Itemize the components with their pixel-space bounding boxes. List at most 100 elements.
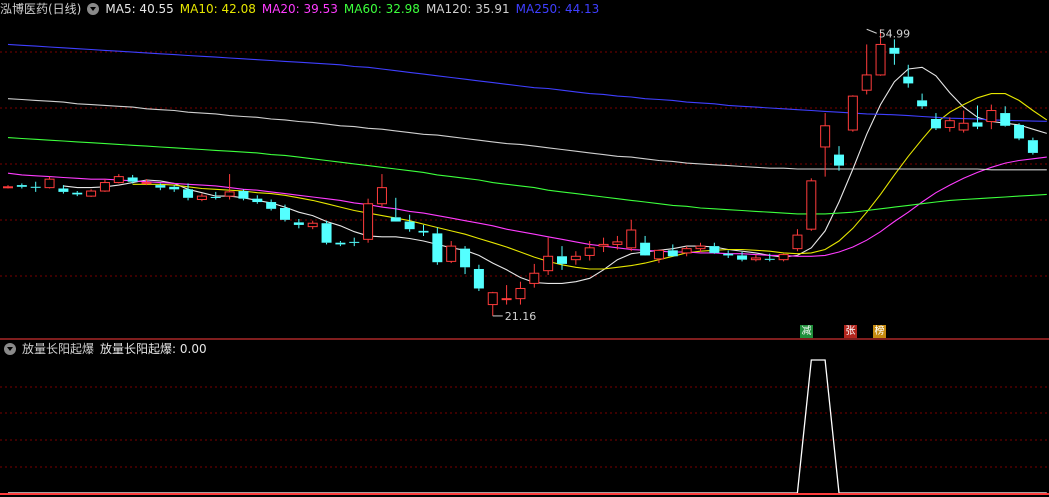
down-candle: [723, 250, 734, 258]
candle-body: [307, 222, 318, 228]
down-candle: [16, 183, 27, 189]
down-candle: [930, 113, 941, 131]
candle-body: [224, 191, 235, 197]
candle-body: [183, 189, 194, 198]
down-candle: [266, 199, 277, 211]
candle-body: [210, 196, 221, 198]
candle-body: [418, 230, 429, 233]
candle-body: [3, 186, 13, 189]
candle-body: [196, 195, 207, 201]
up-candle: [653, 249, 664, 264]
down-candle: [889, 39, 900, 65]
down-candle: [432, 227, 443, 265]
candle-body: [806, 180, 817, 230]
candle-body: [349, 241, 360, 243]
up-candle: [487, 291, 498, 316]
collapse-arrow-icon[interactable]: [4, 343, 16, 355]
indicator-panel-grid: [0, 386, 1049, 468]
candle-body: [321, 223, 332, 243]
up-candle: [681, 246, 692, 257]
candle-body: [889, 47, 900, 54]
candle-body: [155, 185, 166, 188]
candle-body: [875, 43, 886, 76]
candle-body: [127, 177, 138, 182]
up-candle: [861, 44, 872, 95]
down-candle: [335, 241, 346, 247]
candle-body: [653, 249, 664, 260]
candle-body: [293, 222, 304, 225]
candle-body: [252, 198, 263, 203]
candle-body: [750, 257, 761, 261]
indicator-signal-series: [8, 359, 1047, 494]
candle-body: [501, 298, 512, 301]
price-annotations: 54.99 21.16: [492, 27, 910, 323]
candle-body: [917, 100, 928, 107]
up-candle: [986, 104, 997, 130]
candle-body: [1000, 113, 1011, 126]
up-candle: [307, 220, 318, 230]
candle-body: [792, 234, 803, 250]
candle-body: [972, 122, 983, 127]
candle-body: [99, 182, 110, 192]
chart-canvas: 54.99 21.16: [0, 27, 1049, 495]
candle-body: [764, 258, 775, 260]
up-candle: [820, 113, 831, 177]
up-candle: [44, 176, 55, 189]
up-candle: [958, 110, 969, 133]
candle-body: [986, 110, 997, 123]
candle-body: [141, 182, 152, 185]
up-candle: [570, 251, 581, 265]
down-candle: [404, 214, 415, 232]
down-candle: [460, 246, 471, 275]
event-tag[interactable]: 张: [844, 325, 857, 338]
ma-legend-item: MA20: 39.53: [261, 2, 338, 16]
up-candle: [376, 174, 387, 208]
collapse-arrow-icon[interactable]: [87, 3, 100, 15]
candle-body: [612, 241, 623, 245]
up-candle: [529, 263, 540, 288]
candle-body: [404, 221, 415, 230]
ma-legend-item: MA5: 40.55: [105, 2, 174, 16]
candle-body: [460, 248, 471, 268]
annotation-label: 21.16: [505, 310, 537, 323]
candle-body: [778, 254, 789, 261]
candle-body: [847, 95, 858, 131]
up-candle: [598, 237, 609, 253]
candle-body: [695, 245, 706, 250]
up-candle: [446, 241, 457, 264]
up-candle: [99, 179, 110, 192]
up-candle: [196, 193, 207, 202]
down-candle: [349, 237, 360, 247]
indicator-value: 放量长阳起爆: 0.00: [100, 342, 207, 356]
ma-line-ma5: [63, 66, 1047, 284]
ma-legend-items: MA5: 40.55 MA10: 42.08 MA20: 39.53 MA60: 32…: [105, 2, 605, 16]
candle-body: [820, 125, 831, 148]
up-candle: [792, 229, 803, 252]
candle-body: [16, 185, 27, 187]
ma-line-ma20: [7, 156, 1047, 257]
down-candle: [252, 195, 263, 204]
event-tag[interactable]: 减: [800, 325, 813, 338]
down-candle: [169, 185, 180, 192]
candle-body: [861, 74, 872, 91]
down-candle: [640, 235, 651, 256]
stock-name: 泓博医药(日线): [0, 2, 82, 16]
event-tag[interactable]: 榜: [873, 325, 886, 338]
down-candle: [280, 204, 290, 222]
indicator-line: [8, 359, 1047, 494]
up-candle: [86, 189, 97, 197]
up-candle: [543, 237, 554, 275]
candle-body: [584, 247, 595, 256]
candle-body: [640, 242, 651, 256]
candle-body: [280, 207, 290, 220]
up-candle: [806, 178, 817, 231]
candle-body: [390, 217, 401, 222]
candle-body: [30, 186, 41, 188]
down-candle: [1027, 137, 1038, 155]
down-candle: [917, 93, 928, 109]
candle-body: [598, 243, 609, 247]
down-candle: [418, 224, 429, 236]
candle-body: [681, 248, 692, 254]
candle-body: [238, 191, 249, 199]
candle-body: [86, 190, 97, 197]
